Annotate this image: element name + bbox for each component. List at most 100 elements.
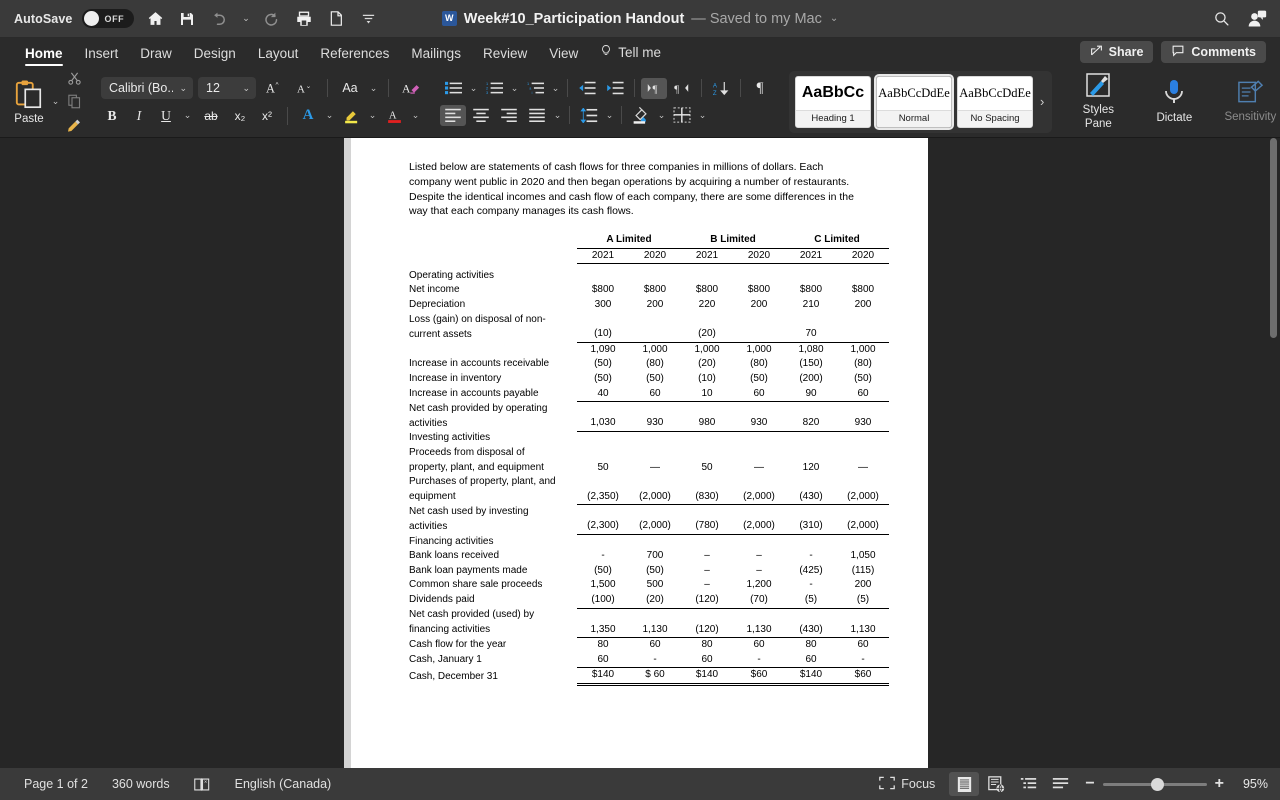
- tab-review[interactable]: Review: [472, 46, 538, 66]
- superscript-button[interactable]: x²: [256, 105, 278, 126]
- comments-button[interactable]: Comments: [1161, 41, 1266, 63]
- text-effects-icon[interactable]: A: [297, 105, 319, 126]
- zoom-in-button[interactable]: +: [1215, 776, 1224, 792]
- document-page[interactable]: Listed below are statements of cash flow…: [351, 138, 928, 768]
- home-icon[interactable]: [144, 8, 166, 30]
- grow-font-icon[interactable]: A ^: [261, 78, 287, 99]
- dictate-button[interactable]: Dictate: [1144, 78, 1204, 125]
- paragraph-marks-icon[interactable]: ¶: [747, 78, 773, 99]
- text-effects-caret[interactable]: ⌄: [324, 110, 335, 121]
- shading-icon[interactable]: [628, 105, 654, 126]
- multilevel-caret[interactable]: ⌄: [550, 83, 561, 94]
- highlight-color-icon[interactable]: [340, 105, 362, 126]
- tell-me-search[interactable]: Tell me: [589, 43, 672, 66]
- subscript-button[interactable]: x₂: [229, 105, 251, 126]
- underline-caret[interactable]: ⌄: [182, 110, 193, 121]
- sort-icon[interactable]: AZ: [708, 78, 734, 99]
- focus-button[interactable]: Focus: [867, 776, 947, 793]
- bullets-icon[interactable]: [440, 78, 466, 99]
- style-card-normal[interactable]: AaBbCcDdEе Normal: [874, 73, 954, 130]
- word-count[interactable]: 360 words: [100, 777, 182, 791]
- tab-layout[interactable]: Layout: [247, 46, 310, 66]
- share-button[interactable]: Share: [1079, 41, 1154, 63]
- shrink-font-icon[interactable]: A ⌄: [292, 78, 318, 99]
- print-icon[interactable]: [293, 8, 315, 30]
- highlight-caret[interactable]: ⌄: [367, 110, 378, 121]
- change-case-caret[interactable]: ⌄: [368, 83, 379, 94]
- proofing-errors-icon[interactable]: ×: [182, 777, 223, 792]
- undo-icon[interactable]: [208, 8, 230, 30]
- clear-formatting-icon[interactable]: A: [398, 78, 424, 99]
- vertical-scrollbar[interactable]: [1267, 138, 1280, 768]
- redo-icon[interactable]: [261, 8, 283, 30]
- page-indicator[interactable]: Page 1 of 2: [12, 777, 100, 791]
- row-value: 1,030: [577, 416, 629, 432]
- bullets-caret[interactable]: ⌄: [468, 83, 479, 94]
- draft-view-button[interactable]: [1045, 772, 1075, 796]
- account-icon[interactable]: [1246, 8, 1268, 30]
- align-left-icon[interactable]: [440, 104, 466, 126]
- outline-view-button[interactable]: [1013, 772, 1043, 796]
- format-painter-icon[interactable]: [63, 114, 85, 135]
- line-spacing-caret[interactable]: ⌄: [604, 110, 615, 121]
- row-value: 1,000: [746, 343, 772, 355]
- tab-draw[interactable]: Draw: [129, 46, 183, 66]
- increase-indent-icon[interactable]: [602, 78, 628, 99]
- search-icon[interactable]: [1210, 8, 1232, 30]
- autosave-toggle[interactable]: OFF: [82, 9, 135, 28]
- justify-icon[interactable]: [524, 105, 550, 126]
- change-case-icon[interactable]: Aa: [337, 78, 363, 99]
- strikethrough-button[interactable]: ab: [198, 105, 224, 126]
- style-card-no-spacing[interactable]: AaBbCcDdEе No Spacing: [957, 75, 1033, 128]
- numbering-caret[interactable]: ⌄: [509, 83, 520, 94]
- tab-insert[interactable]: Insert: [74, 46, 130, 66]
- zoom-out-button[interactable]: −: [1085, 776, 1094, 792]
- tab-home[interactable]: Home: [14, 46, 74, 66]
- copy-icon[interactable]: [63, 91, 85, 112]
- tab-view[interactable]: View: [538, 46, 589, 66]
- undo-dropdown-caret[interactable]: ⌄: [240, 13, 251, 24]
- customize-toolbar-icon[interactable]: [357, 8, 379, 30]
- underline-button[interactable]: U: [155, 105, 177, 126]
- save-icon[interactable]: [176, 8, 198, 30]
- style-card-heading-1[interactable]: AaBbCc Heading 1: [795, 75, 871, 128]
- left-to-right-icon[interactable]: ¶: [641, 77, 667, 99]
- zoom-track[interactable]: [1102, 777, 1207, 791]
- borders-icon[interactable]: [669, 105, 695, 126]
- italic-button[interactable]: I: [128, 105, 150, 126]
- bold-button[interactable]: B: [101, 105, 123, 126]
- zoom-level[interactable]: 95%: [1234, 777, 1268, 791]
- font-color-caret[interactable]: ⌄: [410, 110, 421, 121]
- numbering-icon[interactable]: 123: [481, 78, 507, 99]
- borders-caret[interactable]: ⌄: [697, 110, 708, 121]
- shading-caret[interactable]: ⌄: [656, 110, 667, 121]
- styles-pane-button[interactable]: Styles Pane: [1068, 72, 1128, 131]
- font-color-icon[interactable]: A: [383, 105, 405, 126]
- zoom-handle[interactable]: [1150, 777, 1164, 791]
- paste-dropdown-caret[interactable]: ⌄: [50, 96, 61, 107]
- justify-caret[interactable]: ⌄: [552, 110, 563, 121]
- paste-button[interactable]: Paste: [8, 79, 50, 125]
- styles-gallery-more-button[interactable]: ›: [1038, 94, 1046, 109]
- language-indicator[interactable]: English (Canada): [223, 777, 344, 791]
- right-to-left-icon[interactable]: ¶: [669, 78, 695, 99]
- decrease-indent-icon[interactable]: [574, 78, 600, 99]
- font-name-combo[interactable]: Calibri (Bo... ⌄: [101, 77, 193, 99]
- scissors-icon[interactable]: [63, 68, 85, 89]
- line-spacing-icon[interactable]: [576, 105, 602, 126]
- tab-references[interactable]: References: [309, 46, 400, 66]
- align-center-icon[interactable]: [468, 105, 494, 126]
- print-layout-view-button[interactable]: [949, 772, 980, 796]
- multilevel-list-icon[interactable]: 1ai: [522, 78, 548, 99]
- web-layout-view-button[interactable]: [981, 772, 1011, 796]
- scrollbar-thumb[interactable]: [1270, 138, 1277, 338]
- zoom-slider[interactable]: − +: [1077, 776, 1232, 792]
- font-size-combo[interactable]: 12 ⌄: [198, 77, 256, 99]
- tab-design[interactable]: Design: [183, 46, 247, 66]
- tab-mailings[interactable]: Mailings: [400, 46, 472, 66]
- row-value: 1,080: [798, 343, 824, 355]
- sensitivity-button[interactable]: Sensitivity: [1220, 79, 1280, 124]
- document-canvas[interactable]: Listed below are statements of cash flow…: [0, 138, 1280, 768]
- new-document-icon[interactable]: [325, 8, 347, 30]
- align-right-icon[interactable]: [496, 105, 522, 126]
